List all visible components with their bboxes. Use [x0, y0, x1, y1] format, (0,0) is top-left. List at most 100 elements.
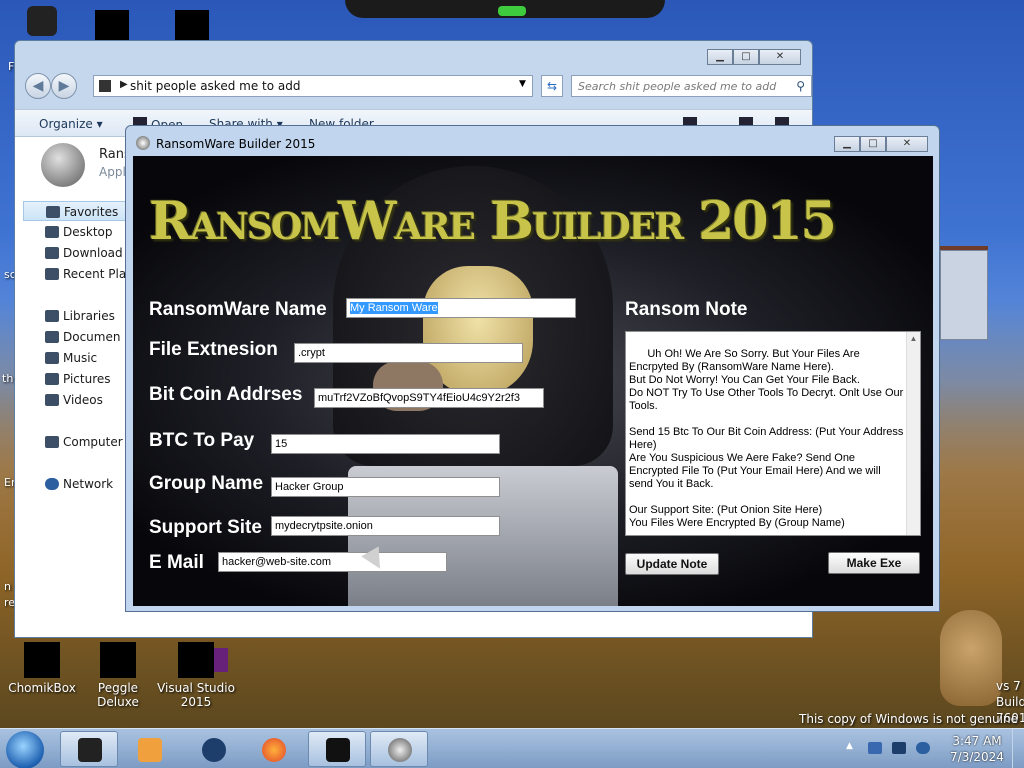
nav-desktop[interactable]: Desktop [23, 222, 133, 242]
label-email: E Mail [149, 552, 204, 573]
ransomware-name-input[interactable]: My Ransom Ware [346, 298, 576, 318]
label-group-name: Group Name [149, 473, 264, 494]
refresh-button[interactable]: ⇆ [541, 75, 563, 97]
taskbar-terminal[interactable] [308, 731, 366, 767]
breadcrumb-arrow-icon[interactable]: ▶ [120, 79, 128, 90]
nav-libraries[interactable]: Libraries [23, 306, 133, 326]
label-ransomware-name: RansomWare Name [149, 299, 327, 320]
taskbar-firefox[interactable] [244, 731, 302, 767]
close-button[interactable]: ✕ [886, 136, 928, 152]
nav-network[interactable]: Network [23, 474, 133, 494]
documents-icon [45, 331, 59, 343]
support-site-input[interactable]: mydecrytpsite.onion [271, 516, 500, 536]
peggle-icon [100, 642, 136, 678]
clock-date: 7/3/2024 [950, 750, 1004, 764]
make-exe-button[interactable]: Make Exe [828, 552, 920, 574]
desktop-fragment: th [2, 372, 14, 385]
taskbar: ▲ 3:47 AM 7/3/2024 [0, 728, 1024, 768]
email-input[interactable]: hacker@web-site.com [218, 552, 447, 572]
taskbar-globe-app[interactable] [184, 731, 242, 767]
maximize-button[interactable]: □ [733, 49, 759, 65]
desktop-icon-visual-studio[interactable]: Visual Studio 2015 [154, 642, 238, 709]
nav-videos[interactable]: Videos [23, 390, 133, 410]
group-name-input[interactable]: Hacker Group [271, 477, 500, 497]
desktop-icon-top-3[interactable] [150, 10, 234, 43]
taskbar-ransomware-builder[interactable] [370, 731, 428, 767]
minimize-button[interactable]: ▁ [834, 136, 860, 152]
videos-icon [45, 394, 59, 406]
ransomware-name-value: My Ransom Ware [350, 302, 438, 314]
libraries-icon [45, 310, 59, 322]
address-path: shit people asked me to add [130, 79, 301, 93]
globe-icon [202, 738, 226, 762]
gadget-led [498, 6, 526, 16]
app-icon [175, 10, 209, 40]
network-icon [45, 478, 59, 490]
music-icon [45, 352, 59, 364]
nav-pictures[interactable]: Pictures [23, 369, 133, 389]
skull-icon [136, 136, 150, 150]
ransomware-app-icon [41, 143, 85, 187]
desktop-icon-top-2[interactable] [70, 10, 154, 43]
search-icon: ⚲ [796, 79, 805, 93]
terminal-icon [326, 738, 350, 762]
search-input[interactable]: Search shit people asked me to add ⚲ [571, 75, 812, 97]
explorer-caption-buttons: ▁ □ ✕ [707, 49, 801, 65]
tray-flag-icon[interactable] [868, 742, 882, 754]
tray-expand-icon[interactable]: ▲ [846, 741, 854, 753]
windows-version-line: vs 7 [996, 679, 1021, 693]
search-placeholder: Search shit people asked me to add [578, 80, 777, 93]
bitcoin-address-input[interactable]: muTrf2VZoBfQvopS9TY4fEioU4c9Y2r2f3 [314, 388, 544, 408]
show-desktop-button[interactable] [1012, 729, 1024, 768]
start-button[interactable] [6, 731, 44, 768]
skull-icon [388, 738, 412, 762]
desktop-icon-label: Visual Studio 2015 [157, 681, 235, 709]
recent-places-icon [45, 268, 59, 280]
taskbar-explorer[interactable] [60, 731, 118, 767]
update-note-button[interactable]: Update Note [625, 553, 719, 575]
desktop-icon-peggle[interactable]: Peggle Deluxe [76, 642, 160, 709]
firefox-icon [262, 738, 286, 762]
pictures-icon [45, 373, 59, 385]
trash-icon [27, 6, 57, 36]
nav-documents[interactable]: Documen [23, 327, 133, 347]
chevron-down-icon[interactable]: ▼ [519, 79, 526, 89]
groundhog-gadget[interactable] [940, 610, 1002, 706]
visual-studio-icon [178, 642, 214, 678]
desktop-fragment: n [4, 580, 11, 593]
taskbar-media-player[interactable] [120, 731, 178, 767]
downloads-icon [45, 247, 59, 259]
desktop-icon-label: ChomikBox [8, 681, 76, 695]
chomikbox-icon [24, 642, 60, 678]
tray-volume-icon[interactable] [916, 742, 930, 754]
genuine-notice: This copy of Windows is not genuine [799, 712, 1018, 726]
back-button[interactable]: ◀ [25, 73, 51, 99]
ransom-note-text: Uh Oh! We Are So Sorry. But Your Files A… [629, 348, 904, 529]
taskbar-clock[interactable]: 3:47 AM 7/3/2024 [948, 733, 1006, 765]
organize-menu[interactable]: Organize ▾ [39, 117, 103, 131]
nav-downloads[interactable]: Download [23, 243, 133, 263]
close-button[interactable]: ✕ [759, 49, 801, 65]
nav-music[interactable]: Music [23, 348, 133, 368]
btc-to-pay-input[interactable]: 15 [271, 434, 500, 454]
file-extension-input[interactable]: .crypt [294, 343, 523, 363]
maximize-button[interactable]: □ [860, 136, 886, 152]
nav-recent-places[interactable]: Recent Pla [23, 264, 133, 284]
nav-computer[interactable]: Computer [23, 432, 133, 452]
desktop-icon-chomikbox[interactable]: ChomikBox [0, 642, 84, 695]
lighthouse [940, 250, 988, 340]
clock-time: 3:47 AM [952, 734, 1002, 748]
note-scrollbar[interactable]: ▲ [906, 332, 920, 535]
ransom-note-textarea[interactable]: Uh Oh! We Are So Sorry. But Your Files A… [625, 331, 921, 536]
folder-icon [95, 10, 129, 40]
forward-button[interactable]: ▶ [51, 73, 77, 99]
explorer-titlebar[interactable] [15, 41, 812, 71]
minimize-button[interactable]: ▁ [707, 49, 733, 65]
tray-network-icon[interactable] [892, 742, 906, 754]
media-player-icon [138, 738, 162, 762]
nav-favorites[interactable]: Favorites [23, 201, 133, 221]
address-bar[interactable]: shit people asked me to add [93, 75, 533, 97]
folder-icon [99, 80, 111, 92]
ransomware-builder-window: RansomWare Builder 2015 ▁ □ ✕ RansomWare… [125, 125, 940, 612]
desktop-icon-label: Peggle Deluxe [97, 681, 139, 709]
